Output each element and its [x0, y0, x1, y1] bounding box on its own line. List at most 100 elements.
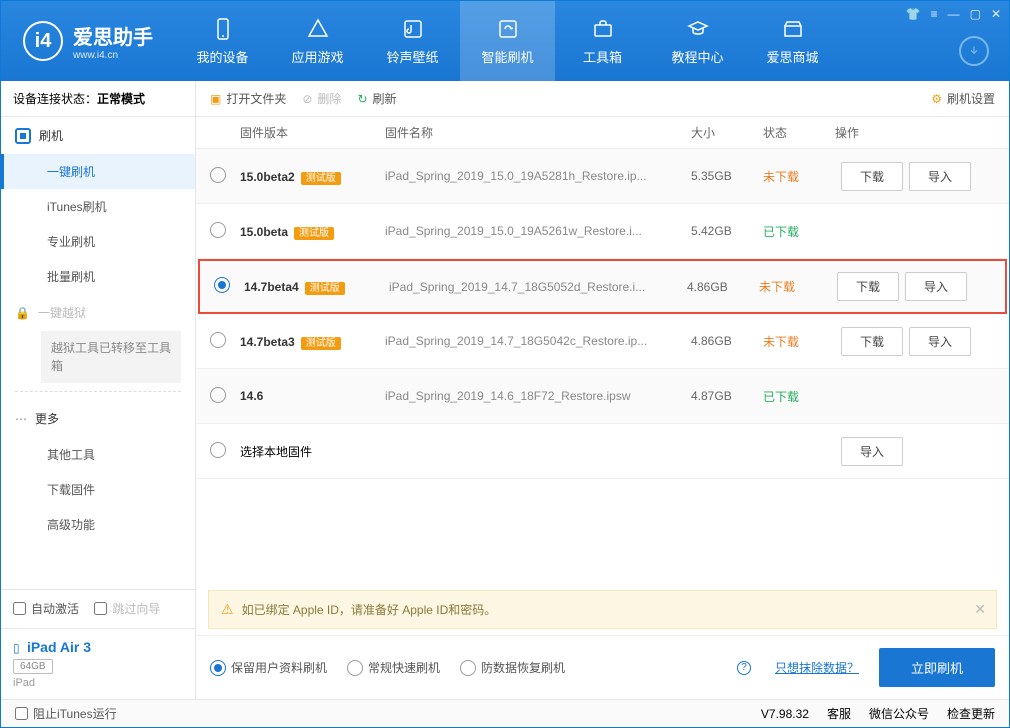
apps-icon [306, 17, 330, 41]
table-row[interactable]: 14.7beta4 测试版 iPad_Spring_2019_14.7_18G505… [198, 259, 1007, 314]
lock-icon: 🔒 [15, 306, 30, 320]
apple-id-notice: ⚠ 如已绑定 Apple ID，请准备好 Apple ID和密码。 ✕ [208, 590, 997, 629]
wechat-link[interactable]: 微信公众号 [869, 705, 929, 722]
table-row[interactable]: 14.7beta3测试版iPad_Spring_2019_14.7_18G504… [196, 314, 1009, 369]
sidebar-item-oneclick[interactable]: 一键刷机 [1, 154, 195, 189]
row-radio[interactable] [210, 332, 226, 348]
erase-link[interactable]: 只想抹除数据？ [775, 659, 859, 676]
version-label: V7.98.32 [761, 707, 809, 721]
download-button[interactable]: 下载 [841, 327, 903, 356]
radio-icon [460, 660, 476, 676]
firmware-size: 5.42GB [691, 224, 763, 238]
music-icon [401, 17, 425, 41]
opt-keep-data[interactable]: 保留用户资料刷机 [210, 659, 327, 676]
row-radio[interactable] [210, 387, 226, 403]
firmware-version: 14.7beta4 [244, 280, 299, 294]
settings-button[interactable]: ⚙刷机设置 [931, 90, 995, 107]
flash-now-button[interactable]: 立即刷机 [879, 648, 995, 687]
opt-anti-recover[interactable]: 防数据恢复刷机 [460, 659, 565, 676]
sidebar-item-other[interactable]: 其他工具 [1, 437, 195, 472]
support-link[interactable]: 客服 [827, 705, 851, 722]
info-icon: ? [737, 661, 751, 675]
beta-tag: 测试版 [305, 282, 345, 295]
table-row[interactable]: 15.0beta测试版iPad_Spring_2019_15.0_19A5261… [196, 204, 1009, 259]
firmware-status: 未下载 [759, 278, 831, 295]
sidebar-item-advanced[interactable]: 高级功能 [1, 507, 195, 542]
firmware-version: 15.0beta [240, 225, 288, 239]
brand-name: 爱思助手 [73, 21, 153, 50]
open-folder-button[interactable]: ▣打开文件夹 [210, 90, 286, 107]
logo: i4 爱思助手 www.i4.cn [1, 21, 175, 61]
sidebar-options: 自动激活 跳过向导 [1, 589, 195, 628]
nav-ringtone[interactable]: 铃声壁纸 [365, 1, 460, 81]
firmware-size: 4.86GB [691, 334, 763, 348]
nav-device[interactable]: 我的设备 [175, 1, 270, 81]
window-controls: 👕 ≡ — ▢ ✕ [906, 7, 1001, 21]
sidebar-head-flash[interactable]: 刷机 [1, 117, 195, 154]
logo-icon: i4 [23, 21, 63, 61]
firmware-name: iPad_Spring_2019_14.7_18G5052d_Restore.i… [389, 280, 687, 294]
firmware-size: 4.87GB [691, 389, 763, 403]
import-button[interactable]: 导入 [841, 437, 903, 466]
device-panel[interactable]: ▯ iPad Air 3 64GB iPad [1, 628, 195, 699]
local-firmware-row[interactable]: 选择本地固件导入 [196, 424, 1009, 479]
firmware-status: 已下载 [763, 223, 835, 240]
win-close-icon[interactable]: ✕ [991, 7, 1001, 21]
firmware-status: 未下载 [763, 333, 835, 350]
sidebar-item-batch[interactable]: 批量刷机 [1, 259, 195, 294]
radio-icon [210, 660, 226, 676]
win-menu-icon[interactable]: ≡ [931, 7, 938, 21]
firmware-name: iPad_Spring_2019_14.6_18F72_Restore.ipsw [385, 389, 691, 403]
delete-button[interactable]: ⊘删除 [302, 90, 341, 107]
main-nav: 我的设备 应用游戏 铃声壁纸 智能刷机 工具箱 教程中心 爱思商城 [175, 1, 1009, 81]
row-radio[interactable] [210, 222, 226, 238]
sidebar-item-pro[interactable]: 专业刷机 [1, 224, 195, 259]
main-panel: ▣打开文件夹 ⊘删除 ↻刷新 ⚙刷机设置 固件版本 固件名称 大小 状态 操作 … [196, 81, 1009, 699]
beta-tag: 测试版 [301, 337, 341, 350]
download-center-icon[interactable] [959, 36, 989, 66]
firmware-name: iPad_Spring_2019_15.0_19A5261w_Restore.i… [385, 224, 691, 238]
firmware-size: 5.35GB [691, 169, 763, 183]
flash-options: 保留用户资料刷机 常规快速刷机 防数据恢复刷机 ? 只想抹除数据？ 立即刷机 [196, 635, 1009, 699]
refresh-button[interactable]: ↻刷新 [357, 90, 396, 107]
win-max-icon[interactable]: ▢ [970, 7, 981, 21]
row-radio[interactable] [210, 442, 226, 458]
firmware-status: 未下载 [763, 168, 835, 185]
radio-icon [347, 660, 363, 676]
import-button[interactable]: 导入 [909, 162, 971, 191]
phone-icon [211, 17, 235, 41]
sidebar-item-download[interactable]: 下载固件 [1, 472, 195, 507]
nav-tutorial[interactable]: 教程中心 [650, 1, 745, 81]
download-button[interactable]: 下载 [837, 272, 899, 301]
table-row[interactable]: 14.6iPad_Spring_2019_14.6_18F72_Restore.… [196, 369, 1009, 424]
opt-quick[interactable]: 常规快速刷机 [347, 659, 440, 676]
auto-activate-checkbox[interactable]: 自动激活 [13, 600, 79, 617]
import-button[interactable]: 导入 [905, 272, 967, 301]
nav-apps[interactable]: 应用游戏 [270, 1, 365, 81]
nav-flash[interactable]: 智能刷机 [460, 1, 555, 81]
update-link[interactable]: 检查更新 [947, 705, 995, 722]
grad-icon [686, 17, 710, 41]
nav-store[interactable]: 爱思商城 [745, 1, 840, 81]
toolbox-icon [591, 17, 615, 41]
firmware-name: iPad_Spring_2019_14.7_18G5042c_Restore.i… [385, 334, 691, 348]
skip-guide-checkbox[interactable]: 跳过向导 [94, 600, 160, 617]
nav-toolbox[interactable]: 工具箱 [555, 1, 650, 81]
win-min-icon[interactable]: — [948, 7, 960, 21]
win-shirt-icon[interactable]: 👕 [906, 7, 921, 21]
firmware-size: 4.86GB [687, 280, 759, 294]
row-radio[interactable] [210, 167, 226, 183]
sidebar-head-more[interactable]: ⋯更多 [1, 400, 195, 437]
download-button[interactable]: 下载 [841, 162, 903, 191]
capacity-badge: 64GB [13, 659, 53, 674]
firmware-table: 15.0beta2测试版iPad_Spring_2019_15.0_19A528… [196, 149, 1009, 479]
app-header: i4 爱思助手 www.i4.cn 我的设备 应用游戏 铃声壁纸 智能刷机 工具… [1, 1, 1009, 81]
jailbreak-note: 越狱工具已转移至工具箱 [41, 331, 181, 383]
import-button[interactable]: 导入 [909, 327, 971, 356]
table-row[interactable]: 15.0beta2测试版iPad_Spring_2019_15.0_19A528… [196, 149, 1009, 204]
connection-status: 设备连接状态： 正常模式 [1, 81, 195, 117]
row-radio[interactable] [214, 277, 230, 293]
block-itunes-checkbox[interactable]: 阻止iTunes运行 [15, 705, 117, 722]
sidebar-item-itunes[interactable]: iTunes刷机 [1, 189, 195, 224]
close-notice-icon[interactable]: ✕ [974, 601, 986, 618]
